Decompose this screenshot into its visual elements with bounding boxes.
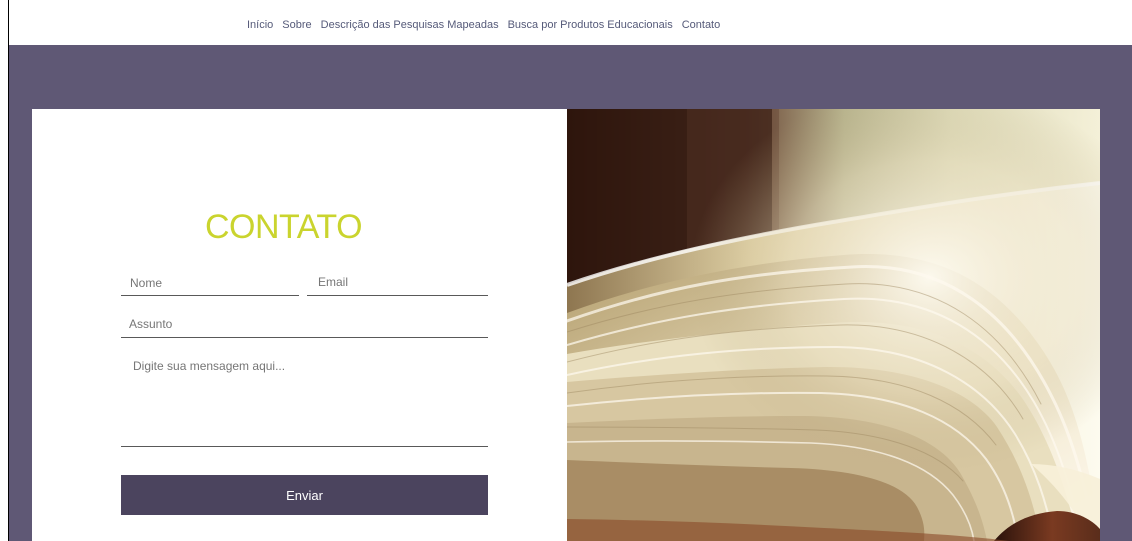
contact-title: CONTATO <box>204 208 363 246</box>
nav-item-inicio[interactable]: Início <box>247 19 273 32</box>
left-page-edge <box>0 0 9 541</box>
open-book-image <box>567 109 1100 541</box>
send-button[interactable]: Enviar <box>121 475 488 515</box>
open-book-photo <box>567 109 1100 541</box>
email-field[interactable] <box>307 268 488 296</box>
main-navigation: Início Sobre Descrição das Pesquisas Map… <box>247 19 720 32</box>
subject-field[interactable] <box>121 311 488 338</box>
nav-item-contato[interactable]: Contato <box>682 19 721 32</box>
contact-page: Início Sobre Descrição das Pesquisas Map… <box>0 0 1132 541</box>
nav-item-busca-produtos[interactable]: Busca por Produtos Educacionais <box>508 19 673 32</box>
message-field[interactable] <box>121 357 488 447</box>
name-field[interactable] <box>121 270 299 296</box>
top-header: Início Sobre Descrição das Pesquisas Map… <box>9 0 1132 45</box>
nav-item-sobre[interactable]: Sobre <box>282 19 311 32</box>
nav-item-descricao-pesquisas[interactable]: Descrição das Pesquisas Mapeadas <box>321 19 499 32</box>
